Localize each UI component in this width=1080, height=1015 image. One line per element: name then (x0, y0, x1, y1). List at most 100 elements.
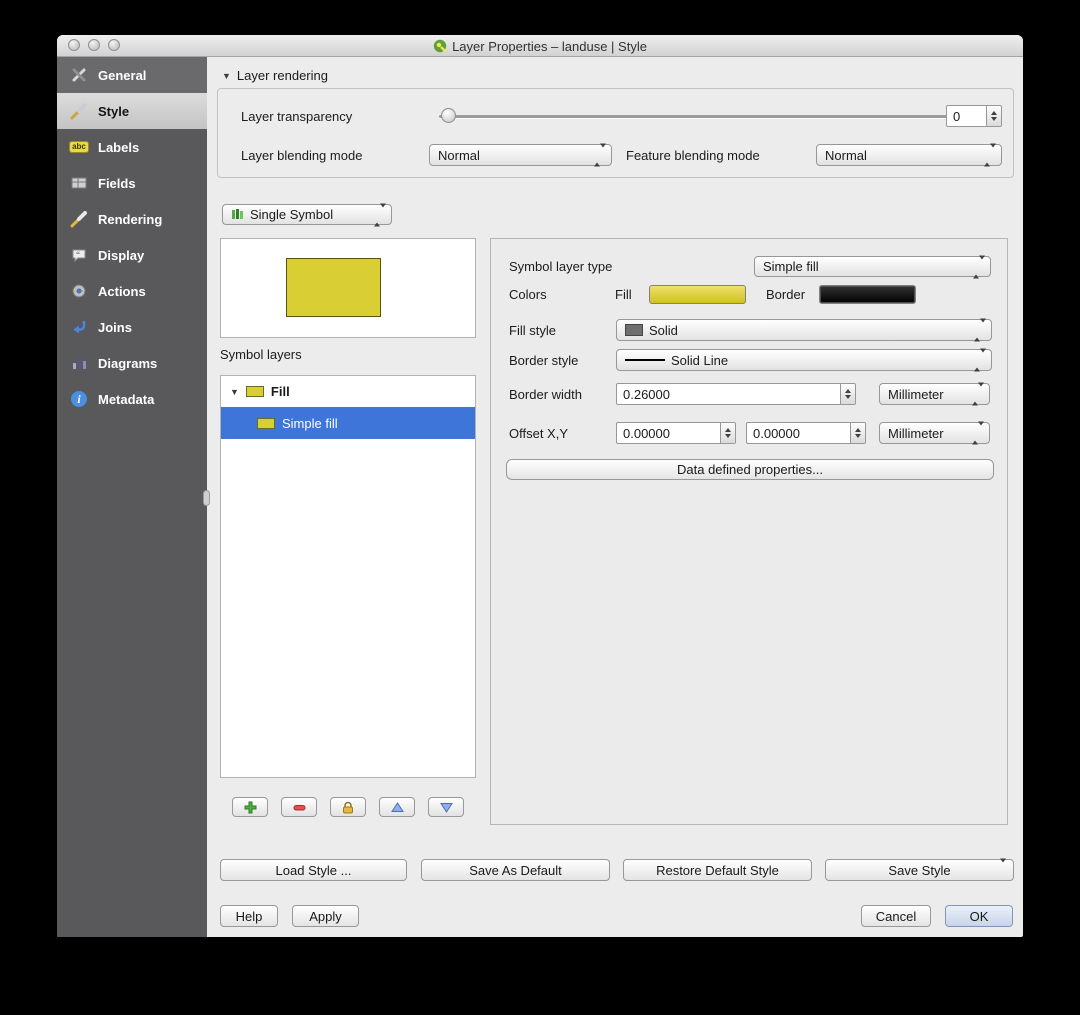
move-down-button[interactable] (428, 797, 464, 817)
fill-style-select[interactable]: Solid (616, 318, 992, 342)
symbol-type-select[interactable]: Single Symbol (222, 203, 392, 226)
abc-icon: abc (69, 138, 89, 156)
solid-line-swatch-icon (625, 359, 665, 361)
remove-symbol-layer-button[interactable] (281, 797, 317, 817)
border-style-value: Solid Line (671, 352, 729, 368)
colors-label: Colors (509, 287, 547, 302)
symbol-type-icon (231, 208, 244, 221)
minimize-button[interactable] (88, 39, 100, 51)
gear-action-icon (69, 282, 89, 300)
symbol-layers-label: Symbol layers (220, 347, 302, 362)
table-icon (69, 174, 89, 192)
save-as-default-label: Save As Default (469, 862, 562, 878)
border-width-spinbox[interactable]: 0.26000 (616, 383, 856, 405)
transparency-stepper[interactable] (986, 106, 1001, 126)
sidebar-item-metadata[interactable]: i Metadata (57, 381, 207, 417)
sidebar-item-label: Rendering (98, 211, 163, 227)
symbol-layer-type-select[interactable]: Simple fill (754, 255, 991, 278)
tree-item-fill[interactable]: ▼ Fill (221, 376, 475, 407)
chevron-updown-icon (972, 421, 984, 445)
titlebar[interactable]: Layer Properties – landuse | Style (57, 35, 1023, 57)
desktop: Layer Properties – landuse | Style Gener… (0, 0, 1080, 1015)
tools-icon (69, 66, 89, 84)
offset-y-stepper[interactable] (850, 423, 865, 443)
sidebar-item-joins[interactable]: Joins (57, 309, 207, 345)
chevron-updown-icon (973, 255, 985, 278)
border-style-select[interactable]: Solid Line (616, 348, 992, 372)
border-width-unit-select[interactable]: Millimeter (879, 382, 990, 406)
transparency-slider-thumb[interactable] (441, 108, 456, 123)
expand-triangle-icon[interactable]: ▼ (230, 387, 239, 397)
data-defined-properties-button[interactable]: Data defined properties... (506, 459, 994, 480)
move-up-button[interactable] (379, 797, 415, 817)
chevron-updown-icon (984, 143, 996, 167)
collapse-triangle-icon[interactable]: ▼ (222, 71, 231, 81)
offset-x-spinbox[interactable]: 0.00000 (616, 422, 736, 444)
offset-y-spinbox[interactable]: 0.00000 (746, 422, 866, 444)
sidebar-item-label: Style (98, 103, 130, 119)
load-style-button[interactable]: Load Style ... (220, 859, 407, 881)
symbol-layers-tree[interactable]: ▼ Fill Simple fill (220, 375, 476, 778)
border-style-label: Border style (509, 353, 579, 368)
offset-unit-select[interactable]: Millimeter (879, 421, 990, 445)
window-title: Layer Properties – landuse | Style (452, 38, 647, 54)
apply-button[interactable]: Apply (292, 905, 359, 927)
lock-color-button[interactable] (330, 797, 366, 817)
sidebar-item-style[interactable]: Style (57, 93, 207, 129)
sidebar-item-actions[interactable]: Actions (57, 273, 207, 309)
chevron-updown-icon (974, 318, 986, 342)
sidebar-item-display[interactable]: “ Display (57, 237, 207, 273)
offset-label: Offset X,Y (509, 426, 569, 441)
fill-style-value: Solid (649, 322, 678, 338)
border-width-value: 0.26000 (623, 386, 670, 402)
layer-properties-window: Layer Properties – landuse | Style Gener… (57, 35, 1023, 937)
save-as-default-button[interactable]: Save As Default (421, 859, 610, 881)
fill-color-button[interactable] (649, 285, 746, 304)
save-style-button[interactable]: Save Style (825, 858, 1014, 881)
sidebar-item-rendering[interactable]: Rendering (57, 201, 207, 237)
solid-fill-swatch-icon (625, 324, 643, 336)
paintbrush-icon (69, 102, 89, 120)
restore-default-style-button[interactable]: Restore Default Style (623, 859, 812, 881)
layer-blending-select[interactable]: Normal (429, 143, 612, 167)
close-button[interactable] (68, 39, 80, 51)
sidebar-item-fields[interactable]: Fields (57, 165, 207, 201)
border-color-button[interactable] (819, 285, 916, 304)
offset-unit-value: Millimeter (888, 425, 944, 441)
save-style-menu-arrow-icon[interactable] (1000, 858, 1006, 878)
svg-text:“: “ (76, 250, 80, 259)
save-style-label: Save Style (888, 862, 951, 878)
chevron-updown-icon (972, 382, 984, 406)
offset-y-value: 0.00000 (753, 425, 800, 441)
info-icon: i (69, 390, 89, 408)
symbol-preview (220, 238, 476, 338)
help-label: Help (235, 908, 263, 924)
simple-fill-swatch-icon (257, 417, 275, 429)
plus-icon (244, 801, 257, 814)
sidebar-item-diagrams[interactable]: Diagrams (57, 345, 207, 381)
transparency-slider-track[interactable] (439, 115, 947, 118)
sidebar-item-labels[interactable]: abc Labels (57, 129, 207, 165)
cancel-button[interactable]: Cancel (861, 905, 931, 927)
zoom-button[interactable] (108, 39, 120, 51)
tree-item-simple-fill[interactable]: Simple fill (221, 407, 475, 439)
feature-blending-select[interactable]: Normal (816, 143, 1002, 167)
symbol-layer-type-label: Symbol layer type (509, 259, 613, 274)
help-button[interactable]: Help (220, 905, 278, 927)
feature-blending-label: Feature blending mode (626, 148, 760, 163)
down-arrow-icon (439, 802, 453, 813)
sidebar-item-label: Fields (98, 175, 136, 191)
qgis-icon (433, 39, 447, 53)
sidebar-item-label: Actions (98, 283, 146, 299)
sidebar-item-label: Labels (98, 139, 140, 155)
restore-default-style-label: Restore Default Style (656, 862, 779, 878)
splitter-grip[interactable] (203, 490, 210, 506)
sidebar-item-general[interactable]: General (57, 57, 207, 93)
offset-x-stepper[interactable] (720, 423, 735, 443)
transparency-spinbox[interactable]: 0 (946, 105, 1002, 127)
ok-button[interactable]: OK (945, 905, 1013, 927)
sidebar-item-label: Diagrams (98, 355, 158, 371)
border-width-stepper[interactable] (840, 384, 855, 404)
join-arrow-icon (69, 318, 89, 336)
add-symbol-layer-button[interactable] (232, 797, 268, 817)
